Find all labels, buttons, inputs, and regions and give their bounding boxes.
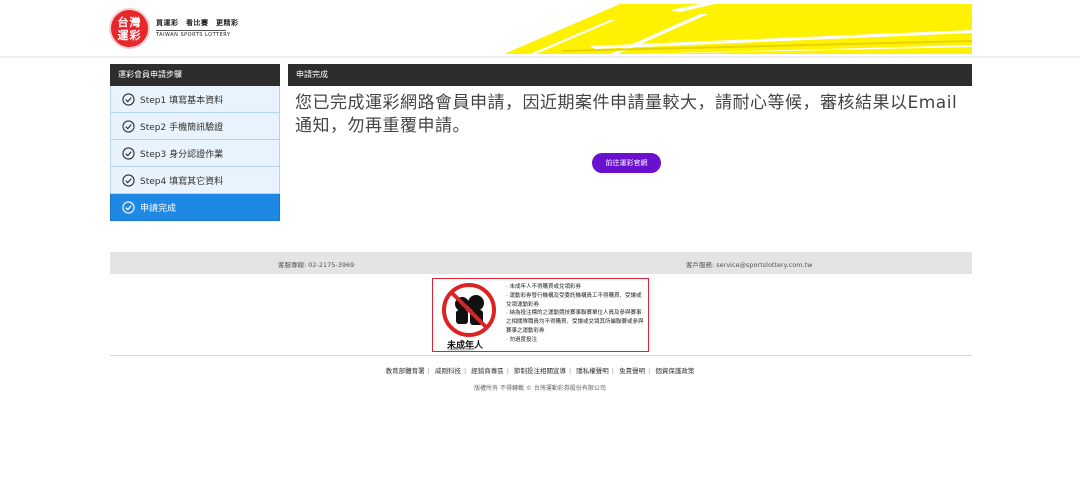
completion-message: 您已完成運彩網路會員申請，因近期案件申請量較大，請耐心等候，審核結果以Email… — [295, 93, 958, 136]
step-label: Step3 身分認證作業 — [140, 149, 224, 160]
header-slogan: 買運彩 看比賽 更精彩 — [156, 19, 239, 27]
check-circle-icon — [122, 200, 135, 214]
footer-divider — [110, 355, 972, 356]
footer-link[interactable]: 個資保護政策 — [655, 367, 694, 375]
footer-link[interactable]: 威剛科技 — [435, 367, 461, 375]
customer-service-phone: 客服專線: 02-2175-3969 — [278, 261, 355, 269]
brand-english-name: TAIWAN SPORTS LOTTERY — [156, 30, 231, 38]
step-label: Step2 手機簡訊驗證 — [140, 122, 224, 133]
no-underage-icon — [442, 283, 496, 337]
footer-link[interactable]: 教育部體育署 — [386, 367, 425, 375]
warning-item: · 勿過度投注 — [506, 336, 537, 343]
check-circle-icon — [122, 119, 135, 133]
sidebar-step-3: Step3 身分認證作業 — [110, 140, 280, 167]
contact-bar: 客服專線: 02-2175-3969 客戶服務: service@sportsl… — [110, 252, 972, 274]
check-circle-icon — [122, 173, 135, 187]
warning-subtitle: 不得購買或兌領彩券 — [447, 347, 475, 351]
main-panel: 申請完成 您已完成運彩網路會員申請，因近期案件申請量較大，請耐心等候，審核結果以… — [288, 64, 972, 173]
header-stripes-graphic — [504, 4, 972, 54]
sidebar-step-2: Step2 手機簡訊驗證 — [110, 113, 280, 140]
customer-service-email[interactable]: 客戶服務: service@sportslottery.com.tw — [686, 259, 813, 269]
application-steps-sidebar: 運彩會員申請步驟 Step1 填寫基本資料 Step2 手機簡訊驗證 Step3… — [110, 64, 280, 221]
sidebar-title: 運彩會員申請步驟 — [110, 64, 280, 86]
step-label: Step4 填寫其它資料 — [140, 176, 224, 187]
warning-item: · 納為投注標的之運動競技賽事聯賽單位人員及參與賽事之相關隊職員均不得購買、受讓… — [506, 310, 644, 334]
step-label: Step1 填寫基本資料 — [140, 95, 224, 106]
warning-item: · 未成年人不得購買或兌領彩券 — [506, 284, 581, 290]
footer-link[interactable]: 節制投注相關宣導 — [514, 367, 566, 375]
footer-links: 教育部體育署 | 威剛科技 | 經銷商專區 | 節制投注相關宣導 | 隱私權聲明 | 免責… — [385, 367, 695, 375]
check-circle-icon — [122, 146, 135, 160]
sidebar-step-complete: 申請完成 — [110, 194, 280, 221]
footer-link[interactable]: 隱私權聲明 — [576, 367, 609, 375]
warning-item: · 運動彩券發行機構及受委託機構員工不得購買、受讓或兌領運動彩券 — [506, 292, 642, 308]
sidebar-step-1: Step1 填寫基本資料 — [110, 86, 280, 113]
underage-warning-box: 未成年人 不得購買或兌領彩券 · 未成年人不得購買或兌領彩券 · 運動彩券發行機… — [432, 278, 649, 352]
main-panel-title: 申請完成 — [288, 64, 972, 86]
copyright-text: 版權所有 不得轉載 © 台灣運動彩券股份有限公司 — [474, 385, 606, 392]
site-header: 台灣 運彩 買運彩 看比賽 更精彩 TAIWAN SPORTS LOTTERY — [0, 0, 1080, 58]
taiwan-sports-lottery-logo[interactable]: 台灣 運彩 — [109, 8, 150, 49]
footer-link[interactable]: 免責聲明 — [619, 367, 645, 375]
header-divider — [0, 56, 1080, 58]
step-label: 申請完成 — [140, 203, 177, 214]
warning-list: · 未成年人不得購買或兌領彩券 · 運動彩券發行機構及受委託機構員工不得購買、受… — [506, 283, 646, 345]
check-circle-icon — [122, 92, 135, 106]
go-to-official-site-button[interactable]: 前往運彩官網 — [592, 153, 661, 173]
sidebar-step-4: Step4 填寫其它資料 — [110, 167, 280, 194]
footer-link[interactable]: 經銷商專區 — [471, 367, 504, 375]
